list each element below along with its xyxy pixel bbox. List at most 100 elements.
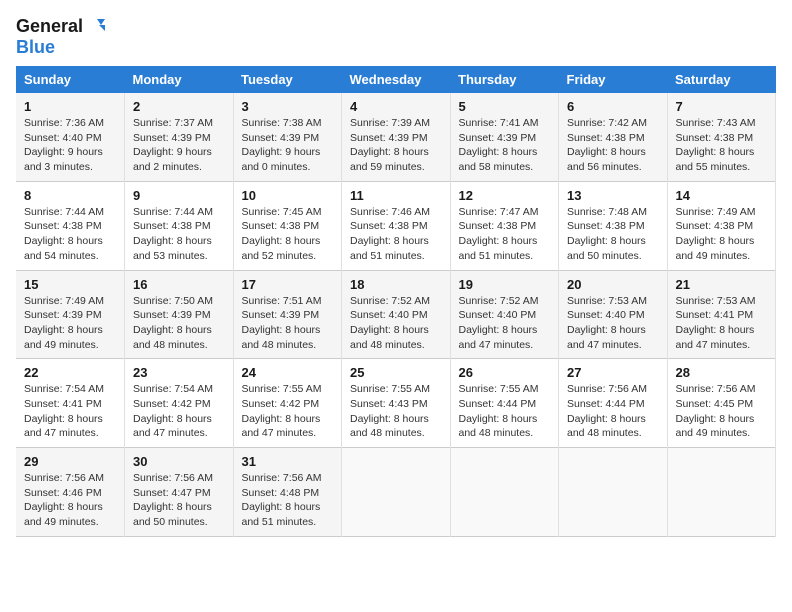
day-number: 22 (24, 365, 116, 380)
calendar-cell (559, 448, 668, 537)
calendar-cell: 16 Sunrise: 7:50 AM Sunset: 4:39 PM Dayli… (125, 270, 234, 359)
day-number: 6 (567, 99, 659, 114)
calendar-cell: 19Sunrise: 7:52 AM Sunset: 4:40 PM Dayli… (450, 270, 559, 359)
day-info: Sunrise: 7:53 AM Sunset: 4:40 PM Dayligh… (567, 294, 659, 353)
day-info: Sunrise: 7:46 AM Sunset: 4:38 PM Dayligh… (350, 205, 442, 264)
calendar-cell: 2 Sunrise: 7:37 AM Sunset: 4:39 PM Daylig… (125, 93, 234, 181)
day-number: 30 (133, 454, 225, 469)
day-info: Sunrise: 7:44 AM Sunset: 4:38 PM Dayligh… (24, 205, 116, 264)
calendar-cell: 31Sunrise: 7:56 AM Sunset: 4:48 PM Dayli… (233, 448, 342, 537)
day-info: Sunrise: 7:51 AM Sunset: 4:39 PM Dayligh… (242, 294, 334, 353)
day-number: 12 (459, 188, 551, 203)
header: General Blue (16, 16, 776, 58)
calendar-cell: 30 Sunrise: 7:56 AM Sunset: 4:47 PM Dayli… (125, 448, 234, 537)
day-info: Sunrise: 7:56 AM Sunset: 4:45 PM Dayligh… (676, 382, 768, 441)
calendar-cell: 18 Sunrise: 7:52 AM Sunset: 4:40 PM Dayli… (342, 270, 451, 359)
day-number: 2 (133, 99, 225, 114)
day-info: Sunrise: 7:39 AM Sunset: 4:39 PM Dayligh… (350, 116, 442, 175)
day-info: Sunrise: 7:53 AM Sunset: 4:41 PM Dayligh… (676, 294, 768, 353)
calendar-cell: 8 Sunrise: 7:44 AM Sunset: 4:38 PM Daylig… (16, 181, 125, 270)
day-number: 8 (24, 188, 116, 203)
day-info: Sunrise: 7:38 AM Sunset: 4:39 PM Dayligh… (242, 116, 334, 175)
calendar-week-row: 1 Sunrise: 7:36 AM Sunset: 4:40 PM Daylig… (16, 93, 776, 181)
day-number: 10 (242, 188, 334, 203)
calendar-week-row: 29Sunrise: 7:56 AM Sunset: 4:46 PM Dayli… (16, 448, 776, 537)
day-number: 18 (350, 277, 442, 292)
calendar-cell: 7 Sunrise: 7:43 AM Sunset: 4:38 PM Daylig… (667, 93, 776, 181)
day-info: Sunrise: 7:56 AM Sunset: 4:47 PM Dayligh… (133, 471, 225, 530)
calendar-cell: 3 Sunrise: 7:38 AM Sunset: 4:39 PM Daylig… (233, 93, 342, 181)
calendar-cell: 12Sunrise: 7:47 AM Sunset: 4:38 PM Dayli… (450, 181, 559, 270)
calendar-cell: 29Sunrise: 7:56 AM Sunset: 4:46 PM Dayli… (16, 448, 125, 537)
calendar-cell: 9 Sunrise: 7:44 AM Sunset: 4:38 PM Daylig… (125, 181, 234, 270)
day-info: Sunrise: 7:36 AM Sunset: 4:40 PM Dayligh… (24, 116, 116, 175)
logo-general: General (16, 16, 83, 37)
weekday-header-saturday: Saturday (667, 66, 776, 93)
weekday-header-tuesday: Tuesday (233, 66, 342, 93)
day-number: 27 (567, 365, 659, 380)
day-info: Sunrise: 7:37 AM Sunset: 4:39 PM Dayligh… (133, 116, 225, 175)
day-number: 25 (350, 365, 442, 380)
calendar-week-row: 8 Sunrise: 7:44 AM Sunset: 4:38 PM Daylig… (16, 181, 776, 270)
day-info: Sunrise: 7:52 AM Sunset: 4:40 PM Dayligh… (350, 294, 442, 353)
day-info: Sunrise: 7:49 AM Sunset: 4:38 PM Dayligh… (676, 205, 768, 264)
calendar-cell: 21 Sunrise: 7:53 AM Sunset: 4:41 PM Dayli… (667, 270, 776, 359)
logo-blue: Blue (16, 37, 55, 58)
day-number: 3 (242, 99, 334, 114)
calendar-cell: 17 Sunrise: 7:51 AM Sunset: 4:39 PM Dayli… (233, 270, 342, 359)
day-info: Sunrise: 7:49 AM Sunset: 4:39 PM Dayligh… (24, 294, 116, 353)
calendar-cell (667, 448, 776, 537)
weekday-header-sunday: Sunday (16, 66, 125, 93)
day-info: Sunrise: 7:50 AM Sunset: 4:39 PM Dayligh… (133, 294, 225, 353)
calendar-cell: 27 Sunrise: 7:56 AM Sunset: 4:44 PM Dayli… (559, 359, 668, 448)
calendar-cell: 4Sunrise: 7:39 AM Sunset: 4:39 PM Daylig… (342, 93, 451, 181)
calendar-cell: 5 Sunrise: 7:41 AM Sunset: 4:39 PM Daylig… (450, 93, 559, 181)
calendar-cell: 26Sunrise: 7:55 AM Sunset: 4:44 PM Dayli… (450, 359, 559, 448)
day-info: Sunrise: 7:42 AM Sunset: 4:38 PM Dayligh… (567, 116, 659, 175)
day-info: Sunrise: 7:54 AM Sunset: 4:41 PM Dayligh… (24, 382, 116, 441)
weekday-header-monday: Monday (125, 66, 234, 93)
calendar-cell: 15 Sunrise: 7:49 AM Sunset: 4:39 PM Dayli… (16, 270, 125, 359)
calendar-cell: 28 Sunrise: 7:56 AM Sunset: 4:45 PM Dayli… (667, 359, 776, 448)
day-number: 28 (676, 365, 768, 380)
day-info: Sunrise: 7:44 AM Sunset: 4:38 PM Dayligh… (133, 205, 225, 264)
day-number: 13 (567, 188, 659, 203)
day-number: 16 (133, 277, 225, 292)
day-number: 17 (242, 277, 334, 292)
day-info: Sunrise: 7:45 AM Sunset: 4:38 PM Dayligh… (242, 205, 334, 264)
day-number: 9 (133, 188, 225, 203)
day-info: Sunrise: 7:55 AM Sunset: 4:42 PM Dayligh… (242, 382, 334, 441)
weekday-header-row: SundayMondayTuesdayWednesdayThursdayFrid… (16, 66, 776, 93)
calendar-cell: 14 Sunrise: 7:49 AM Sunset: 4:38 PM Dayli… (667, 181, 776, 270)
day-number: 29 (24, 454, 116, 469)
day-number: 11 (350, 188, 442, 203)
day-number: 20 (567, 277, 659, 292)
day-info: Sunrise: 7:54 AM Sunset: 4:42 PM Dayligh… (133, 382, 225, 441)
day-info: Sunrise: 7:56 AM Sunset: 4:44 PM Dayligh… (567, 382, 659, 441)
logo-bird-icon (85, 17, 105, 37)
calendar-cell: 6 Sunrise: 7:42 AM Sunset: 4:38 PM Daylig… (559, 93, 668, 181)
day-info: Sunrise: 7:55 AM Sunset: 4:43 PM Dayligh… (350, 382, 442, 441)
day-info: Sunrise: 7:41 AM Sunset: 4:39 PM Dayligh… (459, 116, 551, 175)
weekday-header-friday: Friday (559, 66, 668, 93)
day-number: 15 (24, 277, 116, 292)
calendar-cell: 10 Sunrise: 7:45 AM Sunset: 4:38 PM Dayli… (233, 181, 342, 270)
calendar-cell: 11 Sunrise: 7:46 AM Sunset: 4:38 PM Dayli… (342, 181, 451, 270)
day-number: 7 (676, 99, 768, 114)
calendar-cell (342, 448, 451, 537)
calendar-cell: 24Sunrise: 7:55 AM Sunset: 4:42 PM Dayli… (233, 359, 342, 448)
day-number: 14 (676, 188, 768, 203)
calendar-week-row: 22 Sunrise: 7:54 AM Sunset: 4:41 PM Dayli… (16, 359, 776, 448)
day-info: Sunrise: 7:56 AM Sunset: 4:48 PM Dayligh… (242, 471, 334, 530)
logo: General Blue (16, 16, 105, 58)
calendar-table: SundayMondayTuesdayWednesdayThursdayFrid… (16, 66, 776, 537)
calendar-cell (450, 448, 559, 537)
calendar-cell: 20 Sunrise: 7:53 AM Sunset: 4:40 PM Dayli… (559, 270, 668, 359)
day-info: Sunrise: 7:48 AM Sunset: 4:38 PM Dayligh… (567, 205, 659, 264)
day-number: 26 (459, 365, 551, 380)
day-info: Sunrise: 7:43 AM Sunset: 4:38 PM Dayligh… (676, 116, 768, 175)
day-number: 5 (459, 99, 551, 114)
calendar-cell: 23Sunrise: 7:54 AM Sunset: 4:42 PM Dayli… (125, 359, 234, 448)
day-number: 21 (676, 277, 768, 292)
day-number: 1 (24, 99, 116, 114)
